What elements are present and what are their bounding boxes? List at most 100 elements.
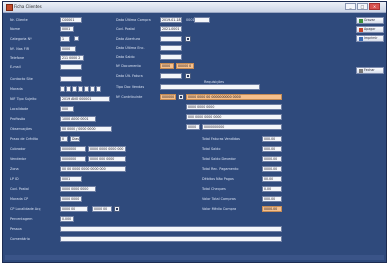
nr-documento-input[interactable]: 0000 xyxy=(160,63,174,69)
maximize-button[interactable]: □ xyxy=(357,3,368,10)
label-vendedor: Vendedor xyxy=(10,157,27,161)
label-nome: Nome xyxy=(10,27,20,31)
morada-cp-input[interactable]: 0000 0000 xyxy=(60,196,82,202)
cp-localidade-2-input[interactable]: 0000 00 xyxy=(92,206,112,212)
nr-documento-2-input[interactable]: 00000 0 xyxy=(176,63,194,69)
fechar-button[interactable]: Fechar xyxy=(356,67,384,74)
tipo-doc-input[interactable] xyxy=(160,84,260,90)
morada-seg-4[interactable] xyxy=(78,86,83,92)
imprimir-button[interactable]: Imprimir xyxy=(356,35,384,42)
nr-cliente-input[interactable]: C00001 xyxy=(60,17,82,23)
label-data-abertura: Data Abertura xyxy=(116,37,141,41)
calendar-icon[interactable] xyxy=(185,73,191,79)
contrib-2-input[interactable]: 000 0000 0000 0000 xyxy=(186,114,282,120)
vendedor-nome-input[interactable]: 0000 000 0000 xyxy=(88,156,126,162)
doc-desc-input[interactable]: 0000 0000 00 0000000000 0000 xyxy=(186,94,282,100)
label-telefone: Telefone xyxy=(10,56,25,60)
nome-input[interactable]: 0001 xyxy=(60,26,74,32)
cod-postal-input[interactable]: 0000 0000 0000 xyxy=(60,186,96,192)
fechar-label: Fechar xyxy=(364,68,375,72)
cp-localidade-input[interactable]: 0000 00 xyxy=(60,206,88,212)
nif-input[interactable]: 2019 ANO 000001 xyxy=(60,96,110,102)
close-button[interactable]: × xyxy=(369,3,380,10)
label-debitos-nao-pagos: Débitos Não Pagos xyxy=(202,177,234,181)
email-input[interactable] xyxy=(60,64,82,70)
percentagem-input[interactable]: 0.000 xyxy=(60,216,74,222)
gravar-label: Gravar xyxy=(364,18,375,22)
label-tot-rec-pagamento: Total Rec. Pagamento xyxy=(202,167,239,171)
data-abertura-input[interactable] xyxy=(160,36,182,42)
data-ult-fatura-input[interactable] xyxy=(160,73,182,79)
label-valor-medio: Valor Médio Compra xyxy=(202,207,237,211)
vendedor-input[interactable]: 0000000 xyxy=(60,156,86,162)
cod-postal-r-input[interactable]: 2021-0001 xyxy=(160,26,182,32)
print-icon xyxy=(359,37,363,41)
nr-nif-input[interactable]: 0000 xyxy=(60,46,76,52)
label-data-ultima-encomenda: Data Última Enc. xyxy=(116,46,145,50)
calendar-icon[interactable] xyxy=(185,36,191,42)
categoria-input[interactable]: 1 xyxy=(60,36,70,42)
label-profissao: Profissão xyxy=(10,117,26,121)
label-data-ultima-compra: Data Última Compra xyxy=(116,18,151,22)
pessoa-input[interactable] xyxy=(60,226,282,232)
contrib-code-input[interactable]: 0000 xyxy=(186,124,200,130)
apagar-label: Apagar xyxy=(364,27,376,31)
label-localidade: Localidade xyxy=(10,107,29,111)
label-tot-saldo: Total Saldo xyxy=(202,147,221,151)
label-lp-id: LP ID xyxy=(10,177,19,181)
label-pessoa: Pessoa xyxy=(10,227,22,231)
morada-seg-6[interactable] xyxy=(90,86,95,92)
valor-medio-value: 0000.00 xyxy=(262,206,282,212)
title-bar: Ficha Clientes _ □ × xyxy=(3,2,386,13)
data-saldo-input[interactable] xyxy=(160,54,182,60)
minimize-button[interactable]: _ xyxy=(345,3,356,10)
gravar-button[interactable]: Gravar xyxy=(356,17,384,24)
ref-small-input[interactable] xyxy=(194,17,210,23)
apagar-button[interactable]: Apagar xyxy=(356,26,384,33)
tot-rec-pagamento-value: 0000.00 xyxy=(262,166,282,172)
delete-icon xyxy=(359,28,363,32)
client-record-window: Ficha Clientes _ □ × Nr. Cliente Nome Ca… xyxy=(2,1,387,263)
comentario-input[interactable] xyxy=(60,236,282,242)
contacto-site-input[interactable] xyxy=(60,76,82,82)
calendar-icon[interactable] xyxy=(114,206,120,212)
label-requisicoes: Requisições xyxy=(204,80,225,84)
label-morada: Morada xyxy=(10,87,23,91)
label-total-cheques: Total Cheques xyxy=(202,187,226,191)
data-ultima-encomenda-input[interactable] xyxy=(160,45,182,51)
morada-seg-7[interactable] xyxy=(96,86,101,92)
label-categoria: Categoria Nº xyxy=(10,37,32,41)
profissao-input[interactable]: 1000 A000 0001 xyxy=(60,116,96,122)
label-tot-saldo-devedor: Total Saldo Devedor xyxy=(202,157,236,161)
contrib-3-input[interactable]: 0000000000 xyxy=(202,124,282,130)
tot-saldo-devedor-value: 0000.00 xyxy=(262,156,282,162)
lp-id-input[interactable]: 0001 xyxy=(60,176,82,182)
label-data-ult-fatura: Data Últ. Fatura xyxy=(116,74,143,78)
observacoes-input[interactable]: 00 0000 / 0000 0000 xyxy=(60,126,112,132)
categoria-checkbox[interactable] xyxy=(74,36,79,41)
contrib-1-input[interactable]: 0000 0000 0000 xyxy=(186,104,282,110)
imprimir-label: Imprimir xyxy=(364,36,378,40)
cobrador-nome-input[interactable]: 0000 0000 0000 000 xyxy=(88,146,126,152)
data-ultima-compra-input[interactable]: 2019-01-18 xyxy=(160,17,182,23)
localidade-input[interactable]: 000 xyxy=(60,106,74,112)
morada-seg-3[interactable] xyxy=(72,86,77,92)
zona-input[interactable]: 00 00 0000 0000 0000 000 xyxy=(60,166,126,172)
label-nr-cliente: Nr. Cliente xyxy=(10,18,28,22)
dropdown-icon[interactable] xyxy=(178,94,184,100)
morada-seg-1[interactable] xyxy=(60,86,65,92)
doc-series-input[interactable]: 000000 xyxy=(160,94,176,100)
total-cheques-value: 0.00 xyxy=(262,186,282,192)
morada-seg-2[interactable] xyxy=(66,86,71,92)
prazo-dias-input[interactable]: Dias xyxy=(70,136,80,142)
cobrador-input[interactable]: 0000000 xyxy=(60,146,86,152)
label-nr-contribuinte: Nº Contribuinte xyxy=(116,95,143,99)
label-data-saldo: Data Saldo xyxy=(116,55,135,59)
label-nr-documento: Nº Documento xyxy=(116,64,141,68)
telefone-input[interactable]: 211 0000 2 xyxy=(60,55,84,61)
morada-seg-5[interactable] xyxy=(84,86,89,92)
label-cp-localidade: CP Localidade Acç xyxy=(10,207,41,211)
prazo-credito-input[interactable]: 0 xyxy=(60,136,68,142)
label-contacto-site: Contacto Site xyxy=(10,77,33,81)
label-tot-faturas-vendidas: Total Faturas Vendidas xyxy=(202,137,240,141)
